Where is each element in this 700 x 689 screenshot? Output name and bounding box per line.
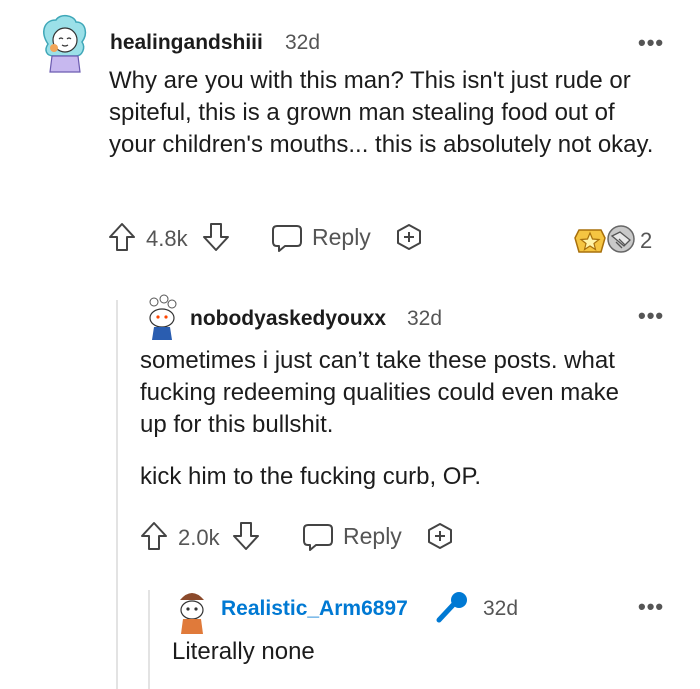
comment-paragraph: kick him to the fucking curb, OP. <box>140 463 482 490</box>
avatar[interactable] <box>34 14 92 76</box>
comment-body: Why are you with this man? This isn't ju… <box>109 67 654 158</box>
thread-line <box>116 300 118 689</box>
handshake-award-icon <box>604 222 638 256</box>
downvote-icon[interactable] <box>232 521 260 551</box>
reply-label: Reply <box>312 224 371 250</box>
avatar[interactable] <box>170 588 214 636</box>
username[interactable]: healingandshiii <box>110 31 263 55</box>
add-award-icon[interactable] <box>394 223 424 251</box>
comment-bubble-icon <box>302 522 334 552</box>
comment-bubble-icon <box>271 223 303 253</box>
avatar[interactable] <box>140 294 184 342</box>
timestamp: 32d <box>483 597 519 620</box>
timestamp: 32d <box>285 31 321 54</box>
reply-button[interactable]: Reply <box>271 221 371 255</box>
reply-button[interactable]: Reply <box>302 520 402 554</box>
thread-line <box>148 590 150 689</box>
timestamp: 32d <box>407 307 443 330</box>
vote-count: 4.8k <box>146 226 188 251</box>
upvote-icon[interactable] <box>140 521 168 551</box>
reply-label: Reply <box>343 523 402 549</box>
comment-body: Literally none <box>172 638 315 665</box>
more-options-button[interactable]: ••• <box>638 594 664 620</box>
award-count: 2 <box>640 228 653 253</box>
gold-award-icon <box>573 222 607 256</box>
username[interactable]: nobodyaskedyouxx <box>190 307 386 331</box>
microphone-icon <box>433 590 471 624</box>
more-options-button[interactable]: ••• <box>638 303 664 329</box>
username[interactable]: Realistic_Arm6897 <box>221 597 408 621</box>
downvote-icon[interactable] <box>202 222 230 252</box>
vote-count: 2.0k <box>178 525 220 550</box>
upvote-icon[interactable] <box>108 222 136 252</box>
more-options-button[interactable]: ••• <box>638 30 664 56</box>
comment-paragraph: sometimes i just can’t take these posts.… <box>140 347 619 438</box>
add-award-icon[interactable] <box>425 522 455 550</box>
